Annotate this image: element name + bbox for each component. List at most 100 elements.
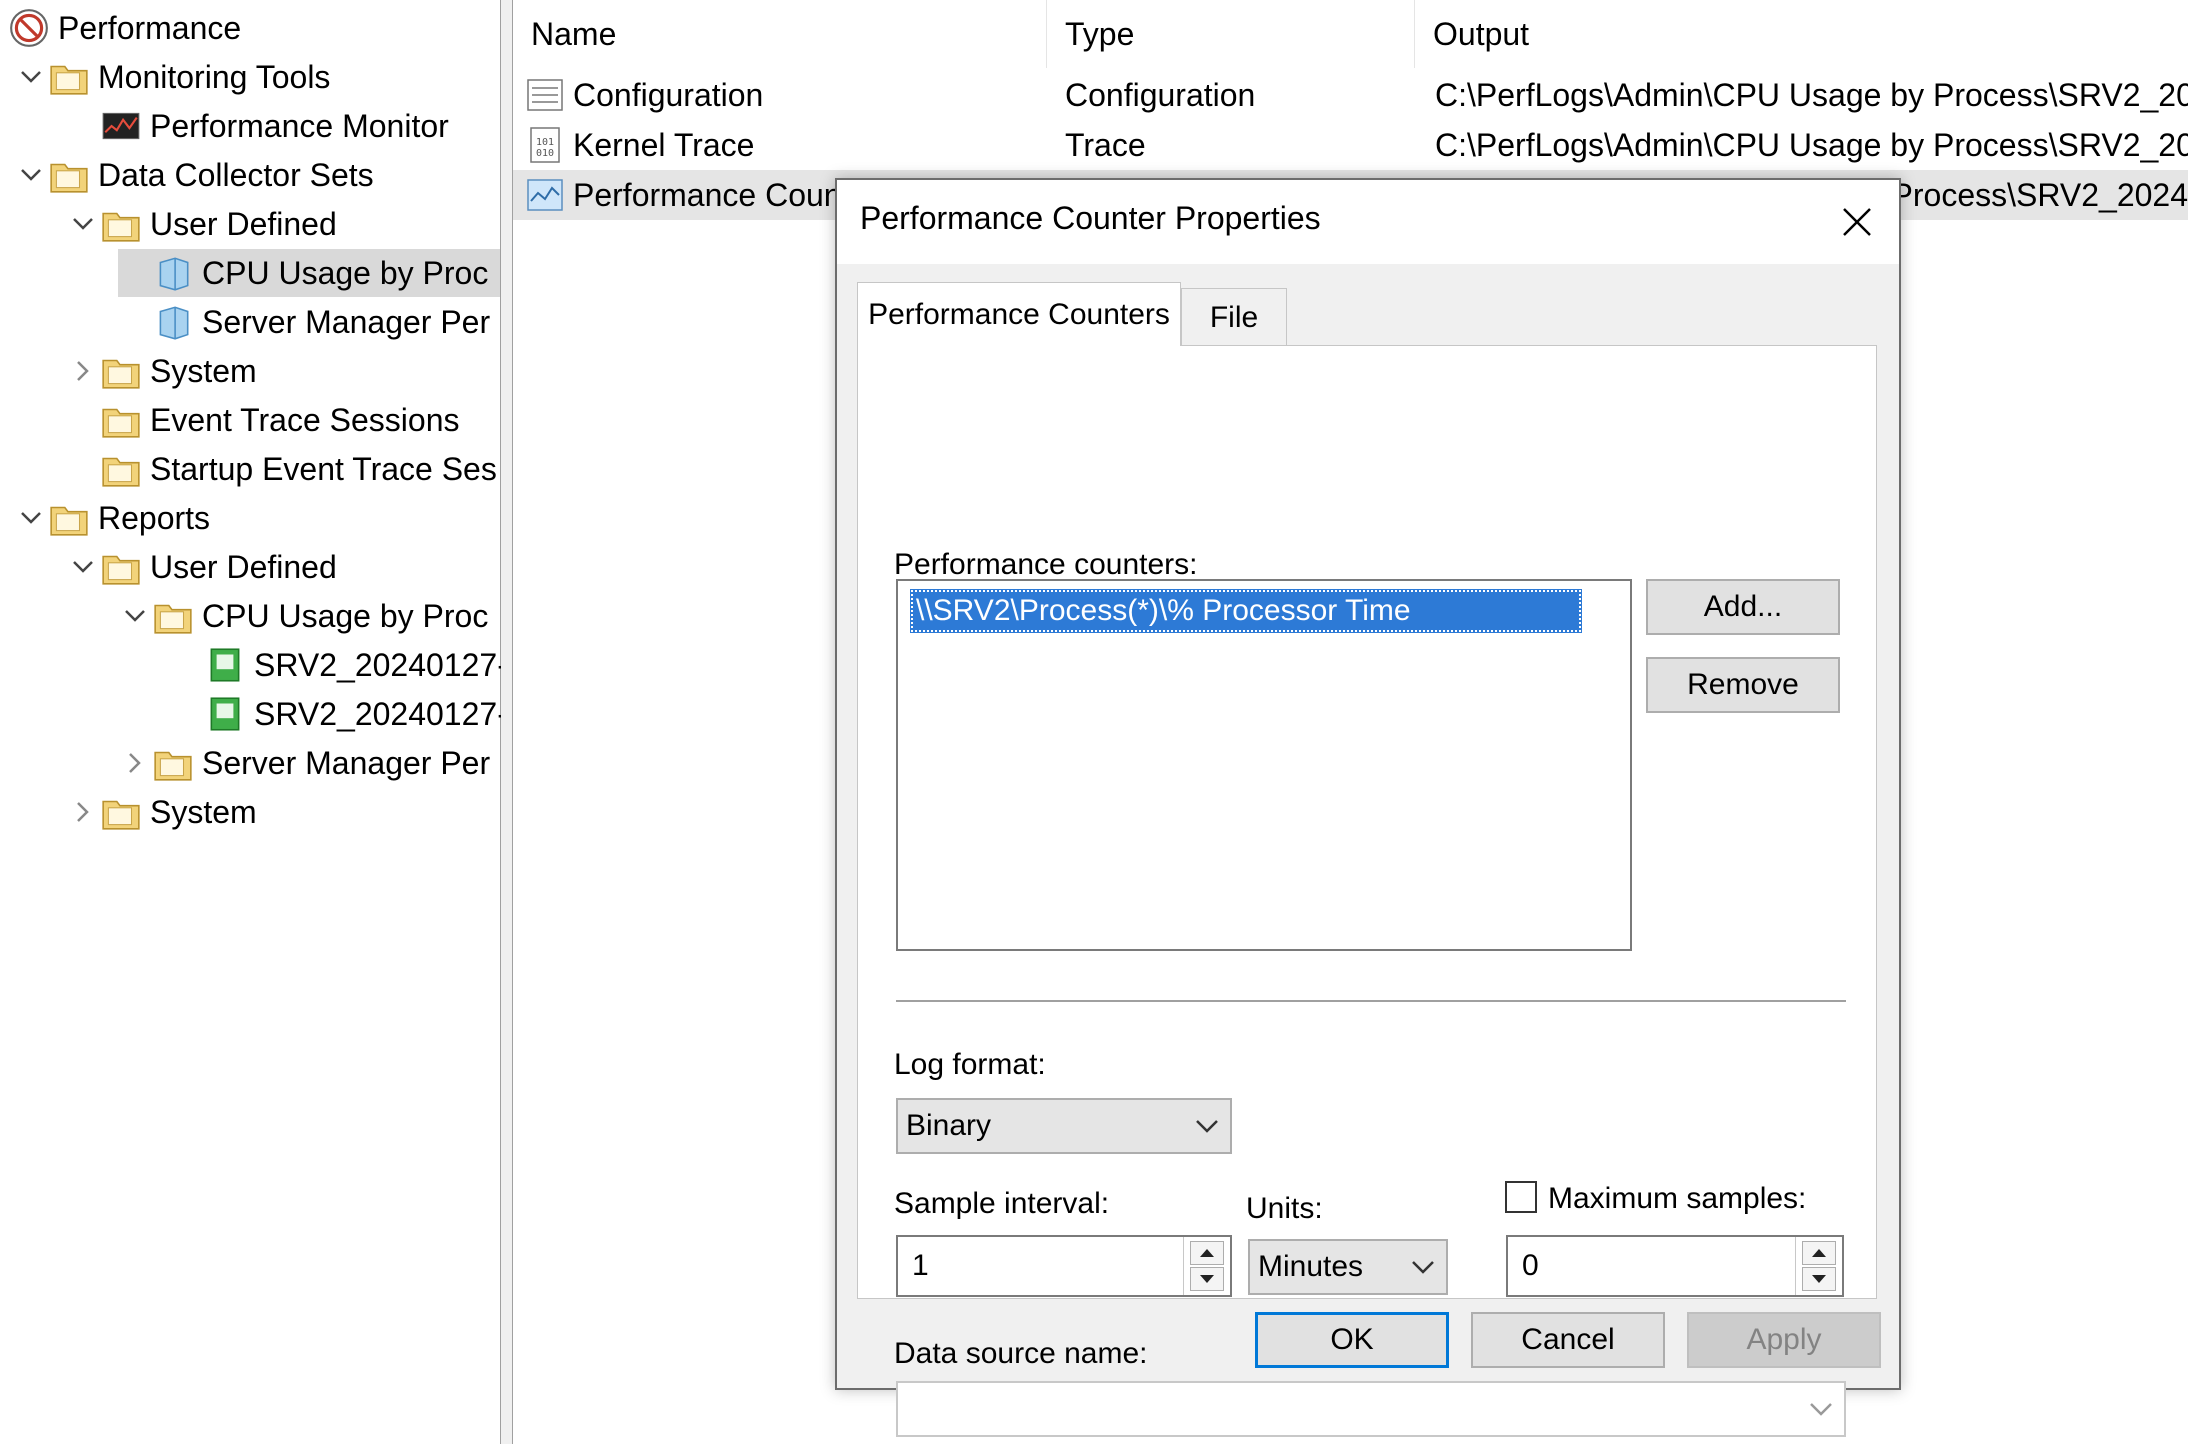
cell-name: Configuration	[525, 70, 1045, 120]
list-header: Name Type Output	[513, 0, 2188, 68]
ok-button[interactable]: OK	[1255, 1312, 1449, 1368]
folder-icon	[100, 546, 142, 588]
chevron-right-icon[interactable]	[66, 788, 100, 836]
tree-item[interactable]: SRV2_20240127-	[170, 690, 508, 738]
sample-interval-spinbox[interactable]: 1	[896, 1235, 1232, 1297]
maximum-samples-spinbox[interactable]: 0	[1506, 1235, 1844, 1297]
tab-performance-counters[interactable]: Performance Counters	[857, 282, 1181, 346]
tree-item[interactable]: SRV2_20240127-	[170, 641, 508, 689]
report-icon	[204, 644, 246, 686]
spin-down-icon[interactable]	[1802, 1267, 1836, 1291]
log-format-value: Binary	[906, 1109, 992, 1142]
trace-icon: 101 010	[525, 125, 565, 165]
tree-item-label: Monitoring Tools	[98, 58, 331, 95]
units-value: Minutes	[1258, 1250, 1364, 1283]
tree-item[interactable]: Reports	[14, 494, 210, 542]
separator	[896, 1000, 1846, 1002]
chevron-down-icon	[1190, 1100, 1224, 1152]
log-format-dropdown[interactable]: Binary	[896, 1098, 1232, 1154]
maximum-samples-checkbox[interactable]	[1505, 1181, 1537, 1213]
data-collector-set-icon	[152, 252, 194, 294]
maximum-samples-label: Maximum samples:	[1548, 1182, 1807, 1215]
tree-item[interactable]: Server Manager Per	[118, 298, 490, 346]
spin-up-icon[interactable]	[1802, 1241, 1836, 1265]
apply-button[interactable]: Apply	[1687, 1312, 1881, 1368]
tree-item-label: User Defined	[150, 205, 337, 242]
tree-item[interactable]: User Defined	[66, 200, 337, 248]
tree-item[interactable]: System	[66, 347, 257, 395]
sample-interval-label: Sample interval:	[894, 1187, 1110, 1220]
performance-icon	[8, 7, 50, 49]
remove-counter-button[interactable]: Remove	[1646, 657, 1840, 713]
chevron-down-icon[interactable]	[14, 494, 48, 542]
folder-icon	[100, 203, 142, 245]
row-name: Kernel Trace	[573, 126, 755, 163]
performance-counter-properties-dialog: Performance Counter Properties Performan…	[835, 178, 1901, 1437]
chevron-down-icon[interactable]	[14, 151, 48, 199]
configuration-icon	[525, 75, 565, 115]
data-source-name-combo[interactable]	[896, 1381, 1846, 1437]
row-output: y Process\SRV2_2024	[1866, 176, 2188, 213]
cancel-button[interactable]: Cancel	[1471, 1312, 1665, 1368]
chevron-right-icon[interactable]	[118, 739, 152, 787]
folder-icon	[48, 56, 90, 98]
row-name: Performance Coun	[573, 176, 842, 213]
column-header-type[interactable]: Type	[1047, 0, 1415, 68]
tree-item-label: SRV2_20240127-	[254, 695, 508, 732]
performance-counters-listbox[interactable]: \\SRV2\Process(*)\% Processor Time	[896, 579, 1632, 951]
cell-name: 101 010 Kernel Trace	[525, 120, 1045, 170]
performance-counter-icon	[525, 175, 565, 215]
chevron-down-icon[interactable]	[118, 592, 152, 640]
add-counter-button[interactable]: Add...	[1646, 579, 1840, 635]
spin-up-icon[interactable]	[1190, 1241, 1224, 1265]
sample-interval-value: 1	[912, 1249, 929, 1282]
chevron-right-icon[interactable]	[66, 347, 100, 395]
tree-item-label: User Defined	[150, 548, 337, 585]
pane-splitter[interactable]	[501, 0, 513, 1444]
tree-item[interactable]: CPU Usage by Proc	[118, 592, 488, 640]
folder-icon	[48, 497, 90, 539]
svg-text:010: 010	[536, 148, 554, 159]
folder-icon	[100, 350, 142, 392]
dialog-title-bar: Performance Counter Properties	[837, 180, 1899, 264]
column-header-name[interactable]: Name	[513, 0, 1047, 68]
data-collector-set-icon	[152, 301, 194, 343]
folder-icon	[100, 791, 142, 833]
spin-down-icon[interactable]	[1190, 1267, 1224, 1291]
tree-item[interactable]: Data Collector Sets	[14, 151, 374, 199]
tree-item-label: Startup Event Trace Ses	[150, 450, 497, 487]
tree-item[interactable]: Startup Event Trace Ses	[66, 445, 497, 493]
units-dropdown[interactable]: Minutes	[1248, 1239, 1448, 1295]
list-row[interactable]: 101 010 Kernel Trace Trace C:\PerfLogs\Admin…	[513, 120, 2188, 170]
maximum-samples-spin-arrows	[1795, 1237, 1842, 1295]
tree-item[interactable]: Event Trace Sessions	[66, 396, 459, 444]
tree-item-label: Performance Monitor	[150, 107, 449, 144]
list-row[interactable]: Configuration Configuration C:\PerfLogs\Ad…	[513, 70, 2188, 120]
chevron-down-icon[interactable]	[66, 200, 100, 248]
column-header-output[interactable]: Output	[1415, 0, 2188, 68]
tree-item[interactable]: Performance	[8, 4, 241, 52]
counter-list-item[interactable]: \\SRV2\Process(*)\% Processor Time	[910, 589, 1582, 633]
tab-panel: Performance counters: \\SRV2\Process(*)\…	[857, 345, 1877, 1437]
tree-item[interactable]: System	[66, 788, 257, 836]
chevron-down-icon[interactable]	[14, 53, 48, 101]
tree-item[interactable]: Server Manager Per	[118, 739, 490, 787]
log-format-label: Log format:	[894, 1048, 1046, 1081]
row-output: C:\PerfLogs\Admin\CPU Usage by Process\S…	[1435, 126, 2188, 163]
folder-icon	[100, 399, 142, 441]
close-button[interactable]	[1815, 180, 1899, 264]
report-icon	[204, 693, 246, 735]
tab-file[interactable]: File	[1181, 288, 1287, 346]
svg-text:101: 101	[536, 137, 554, 148]
tree-item[interactable]: CPU Usage by Proc	[118, 249, 500, 297]
chevron-down-icon[interactable]	[66, 543, 100, 591]
tree-item-label: Event Trace Sessions	[150, 401, 460, 438]
perf-monitor-icon	[100, 105, 142, 147]
tree-item[interactable]: Monitoring Tools	[14, 53, 330, 101]
tree-item[interactable]: Performance Monitor	[66, 102, 449, 150]
tree-item[interactable]: User Defined	[66, 543, 337, 591]
